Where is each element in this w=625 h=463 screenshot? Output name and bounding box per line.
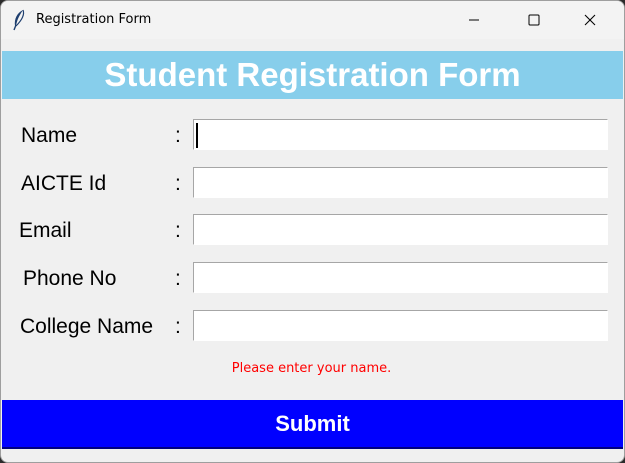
title-bar[interactable]: Registration Form — [1, 1, 624, 39]
feather-icon — [11, 9, 27, 31]
close-icon — [584, 14, 596, 26]
name-label: Name — [21, 124, 78, 147]
registration-window: Registration Form Student Registration F… — [0, 0, 625, 463]
name-colon: : — [175, 124, 181, 147]
maximize-icon — [528, 14, 540, 26]
submit-button[interactable]: Submit — [2, 400, 623, 449]
email-input[interactable] — [193, 214, 608, 245]
window-title: Registration Form — [36, 12, 152, 27]
minimize-icon — [469, 19, 479, 21]
phone-no-colon: : — [175, 267, 181, 290]
form-header: Student Registration Form — [2, 51, 623, 99]
email-colon: : — [175, 219, 181, 242]
college-name-colon: : — [175, 315, 181, 338]
college-name-label: College Name — [20, 315, 154, 338]
validation-error-message: Please enter your name. — [231, 361, 392, 376]
text-cursor — [196, 123, 198, 148]
minimize-button[interactable] — [451, 1, 497, 39]
aicte-id-colon: : — [175, 172, 181, 195]
aicte-id-label: AICTE Id — [21, 172, 107, 195]
maximize-button[interactable] — [511, 1, 557, 39]
aicte-id-input[interactable] — [193, 167, 608, 198]
college-name-input[interactable] — [193, 310, 608, 341]
email-label: Email — [19, 219, 72, 242]
name-input[interactable] — [193, 119, 608, 150]
phone-no-input[interactable] — [193, 262, 608, 293]
phone-no-label: Phone No — [23, 267, 117, 290]
close-button[interactable] — [567, 1, 613, 39]
page-title: Student Registration Form — [104, 56, 521, 93]
